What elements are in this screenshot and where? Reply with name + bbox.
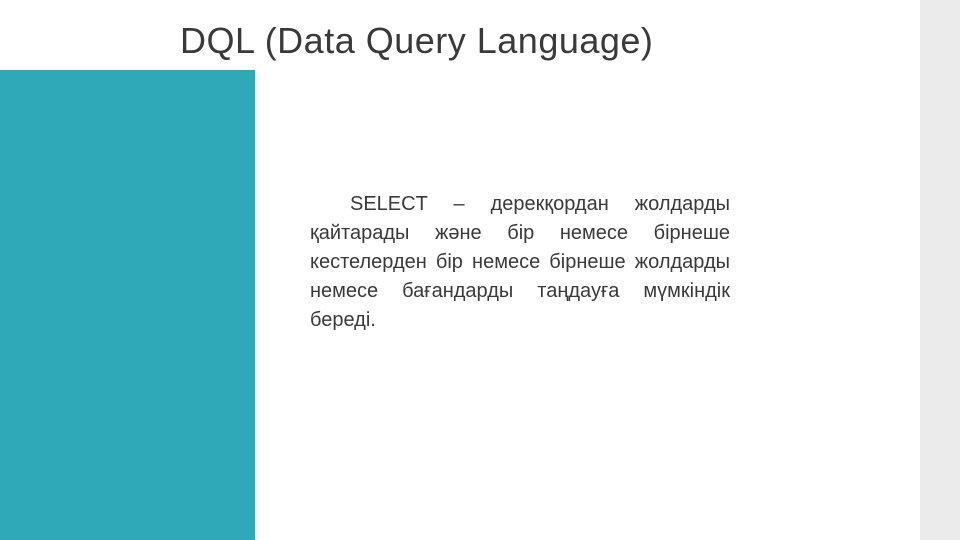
right-sidebar [920, 0, 960, 540]
slide-title: DQL (Data Query Language) [180, 20, 653, 62]
slide-body: SELECT – дерекқордан жолдарды қайтарады … [310, 190, 730, 335]
slide-body-text: SELECT – дерекқордан жолдарды қайтарады … [310, 193, 730, 331]
accent-sidebar [0, 70, 255, 540]
